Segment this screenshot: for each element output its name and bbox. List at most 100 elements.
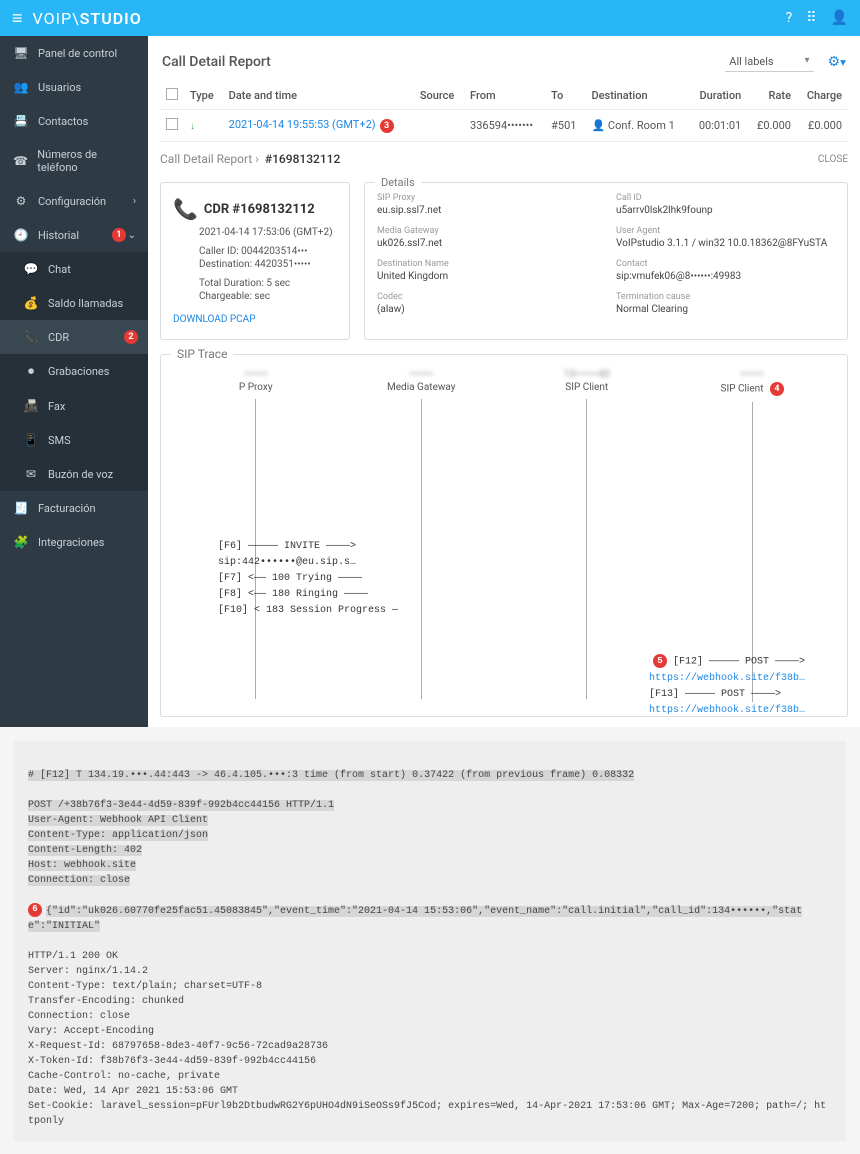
sidebar-icon: ☎ bbox=[12, 154, 29, 168]
sidebar-item-integraciones[interactable]: 🧩 Integraciones bbox=[0, 525, 148, 559]
apps-icon[interactable]: ⠿ bbox=[806, 10, 816, 26]
sidebar-label: Integraciones bbox=[38, 536, 104, 549]
sidebar-label: Panel de control bbox=[38, 47, 117, 60]
sidebar-icon: 💰 bbox=[22, 296, 40, 310]
col-destination: Destination bbox=[585, 82, 688, 110]
details-legend: Details bbox=[375, 176, 421, 189]
webhook-url[interactable]: https://webhook.site/f38b… bbox=[649, 671, 805, 687]
cell-to: #501 bbox=[545, 110, 585, 142]
row-checkbox[interactable] bbox=[166, 118, 178, 130]
sip-col-ip: ••••••• bbox=[670, 369, 836, 380]
sidebar-item-chat[interactable]: 💬 Chat bbox=[0, 252, 148, 286]
sidebar-icon: 📞 bbox=[22, 330, 40, 344]
sidebar-icon: 🧩 bbox=[12, 535, 30, 549]
detail-codec: (alaw) bbox=[377, 304, 596, 315]
download-pcap-link[interactable]: DOWNLOAD PCAP bbox=[173, 314, 337, 325]
logo: VOIP\STUDIO bbox=[33, 9, 142, 28]
cdr-table: Type Date and time Source From To Destin… bbox=[160, 82, 848, 142]
col-source: Source bbox=[414, 82, 464, 110]
chevron-icon: ⌄ bbox=[128, 230, 136, 241]
details-panel: Details SIP Proxyeu.sip.ssl7.net Call ID… bbox=[364, 182, 848, 340]
sidebar-icon: 📱 bbox=[22, 433, 40, 447]
sidebar-item-fax[interactable]: 📠Fax bbox=[0, 389, 148, 423]
sip-col-name: SIP Client 4 bbox=[670, 382, 836, 396]
sidebar-item-usuarios[interactable]: 👥Usuarios bbox=[0, 70, 148, 104]
sidebar-icon: ⏺ bbox=[22, 364, 40, 379]
sidebar-label: Grabaciones bbox=[48, 365, 109, 378]
sidebar-item-cdr[interactable]: 📞CDR2 bbox=[0, 320, 148, 354]
cell-from: 336594••••••• bbox=[464, 110, 545, 142]
cdr-summary: 📞CDR #1698132112 2021-04-14 17:53:06 (GM… bbox=[160, 182, 350, 340]
phone-icon: 📞 bbox=[173, 197, 198, 221]
sidebar-item-facturación[interactable]: 🧾 Facturación bbox=[0, 491, 148, 525]
cdr-chargeable: Chargeable: sec bbox=[199, 291, 337, 302]
chevron-icon: › bbox=[133, 196, 136, 207]
sidebar-item-configuración[interactable]: ⚙ Configuración › bbox=[0, 184, 148, 218]
sidebar-item-contactos[interactable]: 📇Contactos bbox=[0, 104, 148, 138]
cdr-total-duration: Total Duration: 5 sec bbox=[199, 278, 337, 289]
sip-trace-legend: SIP Trace bbox=[171, 347, 233, 361]
detail-contact: sip:vmufek06@8••••••:49983 bbox=[616, 271, 835, 282]
datetime-link[interactable]: 2021-04-14 19:55:53 (GMT+2) bbox=[229, 118, 376, 131]
sidebar-label: Historial bbox=[38, 229, 79, 242]
sidebar-label: Configuración bbox=[38, 195, 106, 208]
labels-dropdown[interactable]: All labels bbox=[725, 52, 813, 72]
col-charge: Charge bbox=[797, 82, 848, 110]
sip-column: •••••••P Proxy bbox=[173, 369, 339, 702]
detail-media-gateway: uk026.ssl7.net bbox=[377, 238, 596, 249]
sidebar-item-saldo-llamadas[interactable]: 💰 Saldo llamadas bbox=[0, 286, 148, 320]
sidebar-icon: ✉ bbox=[22, 467, 40, 481]
logo-part1: VOIP bbox=[33, 9, 73, 28]
sidebar-item-grabaciones[interactable]: ⏺ Grabaciones bbox=[0, 354, 148, 389]
breadcrumb: Call Detail Report › #1698132112 CLOSE bbox=[160, 142, 848, 174]
account-icon[interactable]: 👤 bbox=[831, 10, 848, 26]
sidebar-item-números-de-teléfono[interactable]: ☎Números de teléfono bbox=[0, 138, 148, 184]
sip-column: ••••••• SIP Client 4 bbox=[670, 369, 836, 702]
annotation-1: 1 bbox=[112, 228, 126, 242]
sidebar-label: Buzón de voz bbox=[48, 468, 113, 481]
sidebar-label: Saldo llamadas bbox=[48, 297, 123, 310]
close-button[interactable]: CLOSE bbox=[818, 154, 848, 165]
sidebar-label: Facturación bbox=[38, 502, 96, 515]
select-all-checkbox[interactable] bbox=[166, 88, 178, 100]
sidebar-icon: 🖥 bbox=[12, 46, 30, 60]
col-type: Type bbox=[184, 82, 223, 110]
logo-part2: STUDIO bbox=[80, 9, 142, 28]
sidebar-icon: 🧾 bbox=[12, 501, 30, 515]
cell-charge: £0.000 bbox=[797, 110, 848, 142]
sidebar-icon: 💬 bbox=[22, 262, 40, 276]
sip-column: •••••••Media Gateway bbox=[339, 369, 505, 702]
sidebar-icon: 🕘 bbox=[12, 228, 30, 242]
sidebar-item-buzón-de-voz[interactable]: ✉ Buzón de voz bbox=[0, 457, 148, 491]
topbar: ≡ VOIP\STUDIO ? ⠿ 👤 bbox=[0, 0, 860, 36]
col-from: From bbox=[464, 82, 545, 110]
sip-col-name: Media Gateway bbox=[339, 382, 505, 393]
detail-call-id: u5arrv0lsk2lhk9founp bbox=[616, 205, 835, 216]
webhook-url[interactable]: https://webhook.site/f38b… bbox=[649, 703, 805, 719]
sidebar-icon: ⚙ bbox=[12, 194, 30, 208]
breadcrumb-root[interactable]: Call Detail Report bbox=[160, 152, 252, 166]
sip-messages-right: 5 [F12] ————— POST ————>https://webhook.… bbox=[649, 654, 805, 719]
annotation-6: 6 bbox=[28, 903, 42, 917]
sidebar: 🖥 Panel de control 👥Usuarios📇Contactos☎Núm… bbox=[0, 36, 148, 727]
cell-destination: 👤 Conf. Room 1 bbox=[585, 110, 688, 142]
sidebar-item-panel-de-control[interactable]: 🖥 Panel de control bbox=[0, 36, 148, 70]
sidebar-icon: 👥 bbox=[12, 80, 30, 94]
detail-sip-proxy: eu.sip.ssl7.net bbox=[377, 205, 596, 216]
sidebar-label: Chat bbox=[48, 263, 71, 276]
http-request: POST /+38b76f3-3e44-4d59-839f-992b4cc441… bbox=[28, 800, 334, 886]
sidebar-item-sms[interactable]: 📱SMS bbox=[0, 423, 148, 457]
sip-messages-left: [F6] ————— INVITE ————> sip:442••••••@eu… bbox=[218, 539, 398, 619]
menu-icon[interactable]: ≡ bbox=[12, 8, 23, 29]
sip-column: 13•••••••43SIP Client bbox=[504, 369, 670, 702]
sip-col-name: P Proxy bbox=[173, 382, 339, 393]
sidebar-item-historial[interactable]: 🕘 Historial ⌄1 bbox=[0, 218, 148, 252]
settings-gear-icon[interactable]: ⚙▾ bbox=[828, 54, 846, 70]
table-row[interactable]: ↓ 2021-04-14 19:55:53 (GMT+2)3 336594•••… bbox=[160, 110, 848, 142]
help-icon[interactable]: ? bbox=[786, 10, 793, 26]
annotation-4: 4 bbox=[770, 382, 784, 396]
annotation-3: 3 bbox=[380, 119, 394, 133]
cdr-timestamp: 2021-04-14 17:53:06 (GMT+2) bbox=[199, 227, 337, 238]
detail-dest-name: United Kingdom bbox=[377, 271, 596, 282]
cell-duration: 00:01:01 bbox=[688, 110, 747, 142]
